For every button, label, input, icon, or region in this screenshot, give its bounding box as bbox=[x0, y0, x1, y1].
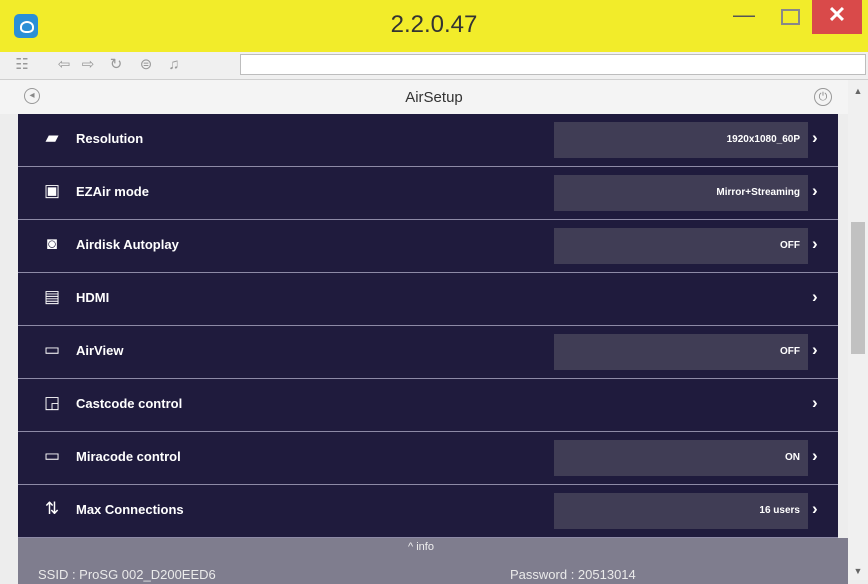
apps-grid-icon[interactable]: ☷ bbox=[12, 55, 32, 75]
back-icon[interactable]: ⇦ bbox=[54, 55, 74, 75]
setting-label: EZAir mode bbox=[76, 184, 149, 199]
home-icon[interactable]: ⊜ bbox=[136, 55, 156, 75]
chevron-right-icon[interactable]: › bbox=[812, 393, 818, 413]
power-icon[interactable]: ⏻ bbox=[814, 88, 832, 106]
setting-label: HDMI bbox=[76, 290, 110, 305]
setting-row-miracode-control[interactable]: ▭ Miracode control ON › bbox=[18, 432, 838, 485]
chevron-right-icon[interactable]: › bbox=[812, 340, 818, 360]
setting-value[interactable]: ON bbox=[554, 440, 808, 476]
minimize-button[interactable]: — bbox=[720, 0, 768, 34]
chevron-right-icon[interactable]: › bbox=[812, 234, 818, 254]
vertical-scrollbar[interactable]: ▲ ▼ bbox=[848, 80, 868, 580]
title-bar: 2.2.0.47 — ✕ bbox=[0, 0, 868, 52]
settings-list: ▰ Resolution 1920x1080_60P › ▣ EZAir mod… bbox=[18, 114, 838, 538]
setting-label: Airdisk Autoplay bbox=[76, 237, 179, 252]
setting-row-castcode-control[interactable]: ◲ Castcode control › bbox=[18, 379, 838, 432]
scroll-up-icon[interactable]: ▲ bbox=[848, 86, 868, 96]
setting-label: AirView bbox=[76, 343, 124, 358]
refresh-icon[interactable]: ↻ bbox=[106, 55, 126, 75]
maximize-icon bbox=[780, 9, 800, 25]
url-input[interactable] bbox=[240, 54, 866, 75]
setting-value[interactable]: Mirror+Streaming bbox=[554, 175, 808, 211]
chevron-right-icon[interactable]: › bbox=[812, 181, 818, 201]
setting-value[interactable]: OFF bbox=[554, 228, 808, 264]
info-footer: ^ info SSID : ProSG 002_D200EED6 Passwor… bbox=[18, 538, 848, 584]
connections-icon: ⇅ bbox=[44, 499, 60, 518]
scroll-thumb[interactable] bbox=[851, 222, 865, 354]
info-toggle-button[interactable]: ^ info bbox=[408, 541, 434, 553]
hdmi-icon: ▤ bbox=[43, 287, 61, 306]
airview-icon: ▭ bbox=[43, 340, 61, 359]
setting-label: Resolution bbox=[76, 131, 144, 146]
miracode-icon: ▭ bbox=[43, 446, 61, 465]
setting-row-hdmi[interactable]: ▤ HDMI › bbox=[18, 273, 838, 326]
page-header: ◂ AirSetup ⏻ bbox=[0, 80, 868, 114]
resolution-icon: ▰ bbox=[45, 128, 59, 147]
ezair-mode-icon: ▣ bbox=[43, 181, 61, 200]
castcode-icon: ◲ bbox=[43, 393, 61, 412]
setting-value[interactable]: OFF bbox=[554, 334, 808, 370]
scroll-down-icon[interactable]: ▼ bbox=[848, 566, 868, 576]
password-text: Password : 20513014 bbox=[510, 567, 636, 582]
forward-icon[interactable]: ⇨ bbox=[78, 55, 98, 75]
setting-label: Castcode control bbox=[76, 396, 183, 411]
setting-row-ezair-mode[interactable]: ▣ EZAir mode Mirror+Streaming › bbox=[18, 167, 838, 220]
chevron-right-icon[interactable]: › bbox=[812, 287, 818, 307]
ssid-text: SSID : ProSG 002_D200EED6 bbox=[38, 567, 216, 582]
chevron-right-icon[interactable]: › bbox=[812, 446, 818, 466]
maximize-button[interactable] bbox=[768, 0, 812, 34]
setting-row-resolution[interactable]: ▰ Resolution 1920x1080_60P › bbox=[18, 114, 838, 167]
chevron-right-icon[interactable]: › bbox=[812, 499, 818, 519]
page-title: AirSetup bbox=[405, 89, 463, 106]
airdisk-icon: ◙ bbox=[46, 234, 58, 253]
setting-value[interactable]: 16 users bbox=[554, 493, 808, 529]
setting-row-airdisk-autoplay[interactable]: ◙ Airdisk Autoplay OFF › bbox=[18, 220, 838, 273]
browser-toolbar: ☷ ⇦ ⇨ ↻ ⊜ ♫ bbox=[0, 52, 868, 80]
close-button[interactable]: ✕ bbox=[812, 0, 862, 34]
music-icon[interactable]: ♫ bbox=[164, 55, 184, 75]
setting-row-max-connections[interactable]: ⇅ Max Connections 16 users › bbox=[18, 485, 838, 538]
chevron-right-icon[interactable]: › bbox=[812, 128, 818, 148]
setting-value[interactable]: 1920x1080_60P bbox=[554, 122, 808, 158]
setting-label: Miracode control bbox=[76, 449, 181, 464]
setting-label: Max Connections bbox=[76, 502, 184, 517]
setting-row-airview[interactable]: ▭ AirView OFF › bbox=[18, 326, 838, 379]
